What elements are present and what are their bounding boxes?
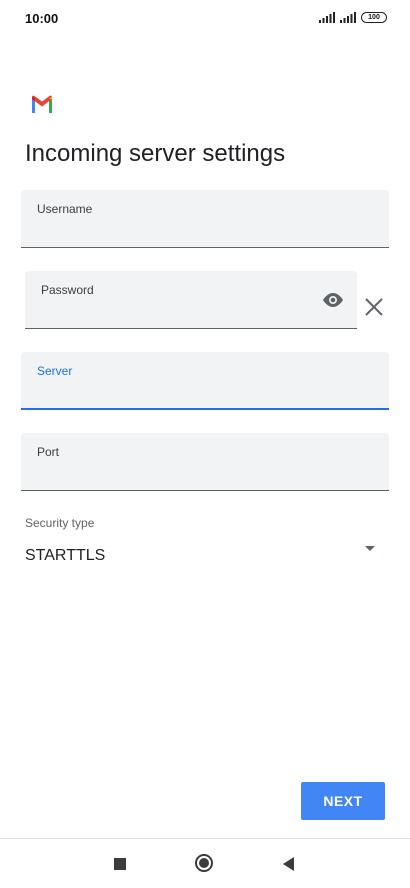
server-field[interactable]: Server: [21, 352, 389, 410]
username-field[interactable]: Username: [21, 190, 389, 248]
port-label: Port: [37, 445, 60, 459]
port-input[interactable]: [37, 467, 373, 484]
server-label: Server: [37, 364, 73, 378]
page-title: Incoming server settings: [25, 140, 286, 167]
home-icon[interactable]: [195, 854, 213, 872]
signal-icon: [319, 12, 335, 23]
password-input[interactable]: [41, 305, 313, 322]
username-input[interactable]: [37, 224, 373, 241]
status-bar: 10:00 100: [0, 0, 410, 36]
dropdown-arrow-icon: [365, 546, 375, 551]
port-field[interactable]: Port: [21, 433, 389, 491]
gmail-logo-icon: [32, 95, 52, 113]
recents-icon[interactable]: [114, 858, 126, 870]
navigation-bar: [0, 838, 410, 888]
next-button[interactable]: NEXT: [301, 782, 385, 820]
password-label: Password: [41, 283, 94, 297]
security-type-select[interactable]: STARTTLS: [25, 538, 385, 570]
username-label: Username: [37, 202, 93, 216]
status-time: 10:00: [25, 11, 59, 26]
security-type-value: STARTTLS: [25, 547, 106, 564]
back-icon[interactable]: [283, 857, 294, 871]
eye-icon[interactable]: [321, 291, 345, 309]
signal-icon: [340, 12, 356, 23]
clear-icon[interactable]: [364, 297, 384, 317]
security-type-label: Security type: [25, 516, 95, 530]
password-field[interactable]: Password: [25, 271, 357, 329]
server-input[interactable]: [37, 385, 373, 402]
battery-icon: 100: [361, 12, 387, 23]
